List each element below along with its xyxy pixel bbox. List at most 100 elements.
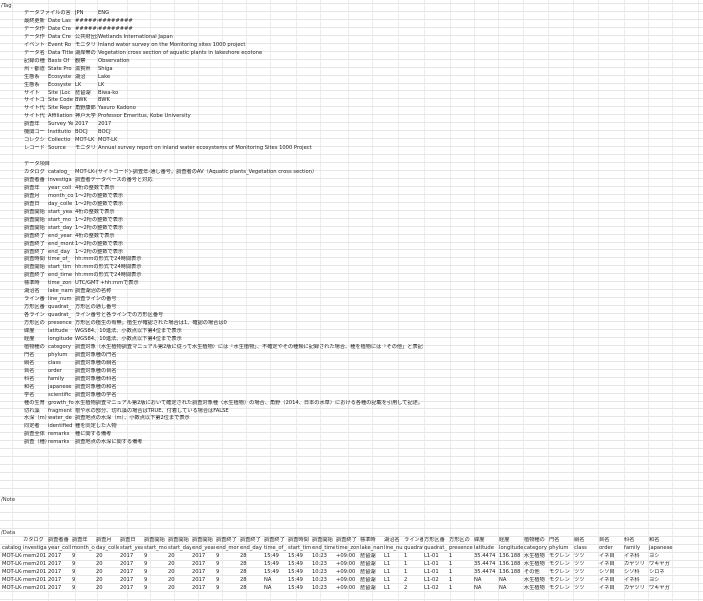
- cell[interactable]: L1-02: [424, 585, 448, 592]
- cell[interactable]: 門名: [549, 537, 573, 544]
- cell[interactable]: quadrat_: [48, 312, 75, 319]
- cell[interactable]: 15:49: [264, 553, 287, 560]
- cell[interactable]: 28: [240, 585, 263, 592]
- cell[interactable]: mem201: [23, 577, 47, 584]
- cell[interactable]: 35.4474: [474, 561, 498, 568]
- cell[interactable]: 水生植物: [524, 585, 548, 592]
- cell[interactable]: Affiliation: [48, 113, 75, 120]
- cell[interactable]: 1: [449, 577, 473, 584]
- cell[interactable]: 2017: [120, 585, 143, 592]
- cell[interactable]: class: [574, 545, 598, 552]
- cell[interactable]: 2017: [48, 569, 71, 576]
- cell[interactable]: 調査対象種の和名: [75, 384, 695, 391]
- cell[interactable]: quadrat_: [404, 545, 423, 552]
- cell[interactable]: 調査開始: [168, 537, 191, 544]
- cell[interactable]: 15:49: [288, 569, 311, 576]
- cell[interactable]: 公共財団法: [75, 34, 98, 41]
- cell[interactable]: 15:49: [288, 585, 311, 592]
- cell[interactable]: MOT-LK-: [2, 585, 22, 592]
- cell[interactable]: 水深（m）: [24, 415, 48, 422]
- cell[interactable]: 9: [216, 553, 239, 560]
- cell[interactable]: 10:23: [312, 585, 335, 592]
- cell[interactable]: 15:49: [288, 561, 311, 568]
- cell[interactable]: 15:49: [288, 577, 311, 584]
- cell[interactable]: 28: [240, 569, 263, 576]
- cell[interactable]: Shiga: [98, 66, 578, 73]
- cell[interactable]: NA: [264, 585, 287, 592]
- cell[interactable]: 35.4474: [474, 569, 498, 576]
- cell[interactable]: 1～2桁の整数で表示: [75, 241, 695, 248]
- cell[interactable]: 琵琶湖: [360, 553, 383, 560]
- cell[interactable]: 1: [404, 553, 423, 560]
- cell[interactable]: NA: [474, 585, 498, 592]
- cell[interactable]: BWK: [75, 97, 98, 104]
- cell[interactable]: start_yea: [48, 209, 75, 216]
- cell[interactable]: category: [524, 545, 548, 552]
- cell[interactable]: line_num: [48, 296, 75, 303]
- cell[interactable]: 科名: [624, 537, 648, 544]
- cell[interactable]: 2017: [192, 585, 215, 592]
- cell[interactable]: 調査開始: [24, 217, 48, 224]
- cell[interactable]: month_co: [48, 193, 75, 200]
- cell[interactable]: 20: [96, 585, 119, 592]
- cell[interactable]: ライン番: [24, 296, 48, 303]
- cell[interactable]: Lake: [98, 74, 578, 81]
- cell[interactable]: 調査対象種の学名: [75, 392, 695, 399]
- cell[interactable]: 9: [144, 577, 167, 584]
- cell[interactable]: 1: [449, 553, 473, 560]
- cell[interactable]: データ作: [24, 26, 48, 33]
- cell[interactable]: 種に関する備考: [75, 431, 695, 438]
- cell[interactable]: シロネ: [649, 569, 673, 576]
- cell[interactable]: identified: [48, 423, 75, 430]
- cell[interactable]: 9: [72, 569, 95, 576]
- cell[interactable]: Biwa-ko: [98, 90, 578, 97]
- cell[interactable]: 9: [144, 561, 167, 568]
- cell[interactable]: 調査終了: [24, 272, 48, 279]
- cell[interactable]: end_year: [192, 545, 215, 552]
- cell[interactable]: サイト: [24, 90, 48, 97]
- cell[interactable]: catalog_: [2, 545, 22, 552]
- cell[interactable]: line_num: [384, 545, 403, 552]
- cell[interactable]: 調査終了: [336, 537, 359, 544]
- cell[interactable]: ツツ: [574, 577, 598, 584]
- cell[interactable]: 1: [449, 561, 473, 568]
- cell[interactable]: 9: [144, 585, 167, 592]
- cell[interactable]: 調査湖沼の名称: [75, 288, 695, 295]
- cell[interactable]: start_yea: [120, 545, 143, 552]
- cell[interactable]: 調査対象種の目名: [75, 368, 695, 375]
- cell[interactable]: MOT-LK-(サイトコード)-調査年-通し番号。調査者のAV（Aquatic …: [75, 169, 695, 176]
- cell[interactable]: モクレン: [549, 553, 573, 560]
- cell[interactable]: モクレン: [549, 585, 573, 592]
- cell[interactable]: order: [599, 545, 623, 552]
- cell[interactable]: 科名: [24, 376, 48, 383]
- cell[interactable]: 調査開始: [144, 537, 167, 544]
- cell[interactable]: 調査日: [24, 201, 48, 208]
- cell[interactable]: 20: [96, 569, 119, 576]
- cell[interactable]: +09:00: [336, 569, 359, 576]
- cell[interactable]: 20: [168, 569, 191, 576]
- cell[interactable]: year_coll: [48, 185, 75, 192]
- cell[interactable]: 調査月: [96, 537, 119, 544]
- cell[interactable]: L1-02: [424, 577, 448, 584]
- cell[interactable]: 4桁の整数で表示: [75, 233, 695, 240]
- cell[interactable]: 緯度: [474, 537, 498, 544]
- cell[interactable]: japanese: [48, 384, 75, 391]
- cell[interactable]: 10:23: [312, 553, 335, 560]
- cell[interactable]: 種を同定した人物: [75, 423, 695, 430]
- cell[interactable]: Date Las: [48, 18, 75, 25]
- cell[interactable]: 州・都道: [24, 66, 48, 73]
- cell[interactable]: 方形区の: [449, 537, 473, 544]
- cell[interactable]: 調査ラインの番号: [75, 296, 695, 303]
- cell[interactable]: 20: [96, 577, 119, 584]
- cell[interactable]: 9: [72, 585, 95, 592]
- cell[interactable]: 9: [144, 553, 167, 560]
- cell[interactable]: 方形区の植生の有無。植生が確認された場合は1、確認の場合は0: [75, 320, 695, 327]
- cell[interactable]: 調査対象種の門名: [75, 352, 695, 359]
- cell[interactable]: 調査年: [72, 537, 95, 544]
- cell[interactable]: Data Cre: [48, 34, 75, 41]
- cell[interactable]: 136.188: [499, 569, 523, 576]
- cell[interactable]: 調査終了: [24, 241, 48, 248]
- cell[interactable]: 28: [240, 577, 263, 584]
- cell[interactable]: L1: [384, 553, 403, 560]
- cell[interactable]: MOT-LK-: [2, 561, 22, 568]
